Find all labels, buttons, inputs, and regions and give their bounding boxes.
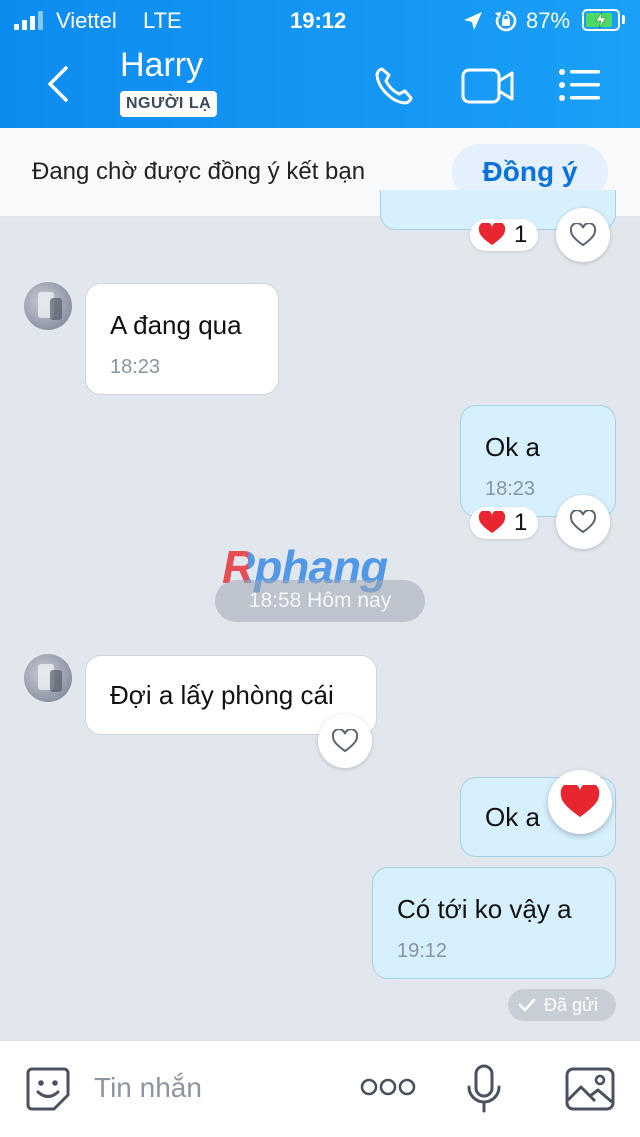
sticker-icon[interactable] [24,1065,72,1113]
heart-icon [478,223,506,245]
heart-icon [478,511,506,533]
react-button[interactable] [556,495,610,549]
message-bubble-incoming[interactable]: A đang qua 18:23 [85,283,279,395]
reaction-count-pill[interactable]: 1 [470,219,538,251]
message-input[interactable] [94,1068,334,1108]
video-call-icon[interactable] [460,66,516,106]
menu-list-icon[interactable] [558,68,602,102]
network-type: LTE [143,8,182,33]
contact-name[interactable]: Harry [120,46,203,85]
message-text: Ok a [485,432,540,462]
contact-avatar[interactable] [24,654,72,702]
phone-icon[interactable] [372,64,416,108]
message-text: A đang qua [110,310,242,340]
reaction-count: 1 [514,509,528,536]
sent-status-badge: Đã gửi [508,989,616,1021]
rotation-lock-icon [495,10,517,32]
battery-percent: 87% [526,8,571,33]
location-icon [464,12,482,30]
message-bubble-outgoing[interactable]: Có tới ko vậy a 19:12 [372,867,616,979]
sent-status-text: Đã gửi [544,995,599,1015]
heart-outline-icon [569,510,597,534]
message-time: 18:23 [110,356,161,378]
message-text: Có tới ko vậy a [397,894,572,924]
heart-reaction-button[interactable] [548,770,612,834]
message-text: Ok a [485,802,540,832]
reaction-count-pill[interactable]: 1 [470,507,538,539]
carrier-name: Viettel [56,8,117,33]
message-time: 18:23 [485,478,536,500]
heart-outline-icon [331,729,359,753]
heart-outline-icon [569,223,597,247]
stranger-badge: NGƯỜI LẠ [120,91,218,117]
image-icon[interactable] [564,1066,616,1112]
signal-strength-icon [14,10,48,30]
battery-tip [622,15,625,24]
heart-icon [560,785,600,817]
message-text: Đợi a lấy phòng cái [110,680,334,710]
contact-avatar[interactable] [24,282,72,330]
friend-request-text: Đang chờ được đồng ý kết bạn [32,158,366,185]
reaction-count: 1 [514,221,528,248]
react-button[interactable] [318,714,372,768]
date-separator: 18:58 Hôm nay [215,580,425,622]
back-chevron-icon[interactable] [38,62,78,106]
microphone-icon[interactable] [464,1063,504,1115]
more-icon[interactable] [360,1076,416,1098]
message-time: 19:12 [397,940,448,962]
battery-icon [582,9,620,31]
clock-time: 19:12 [290,8,347,33]
check-icon [518,998,536,1012]
react-button[interactable] [556,208,610,262]
